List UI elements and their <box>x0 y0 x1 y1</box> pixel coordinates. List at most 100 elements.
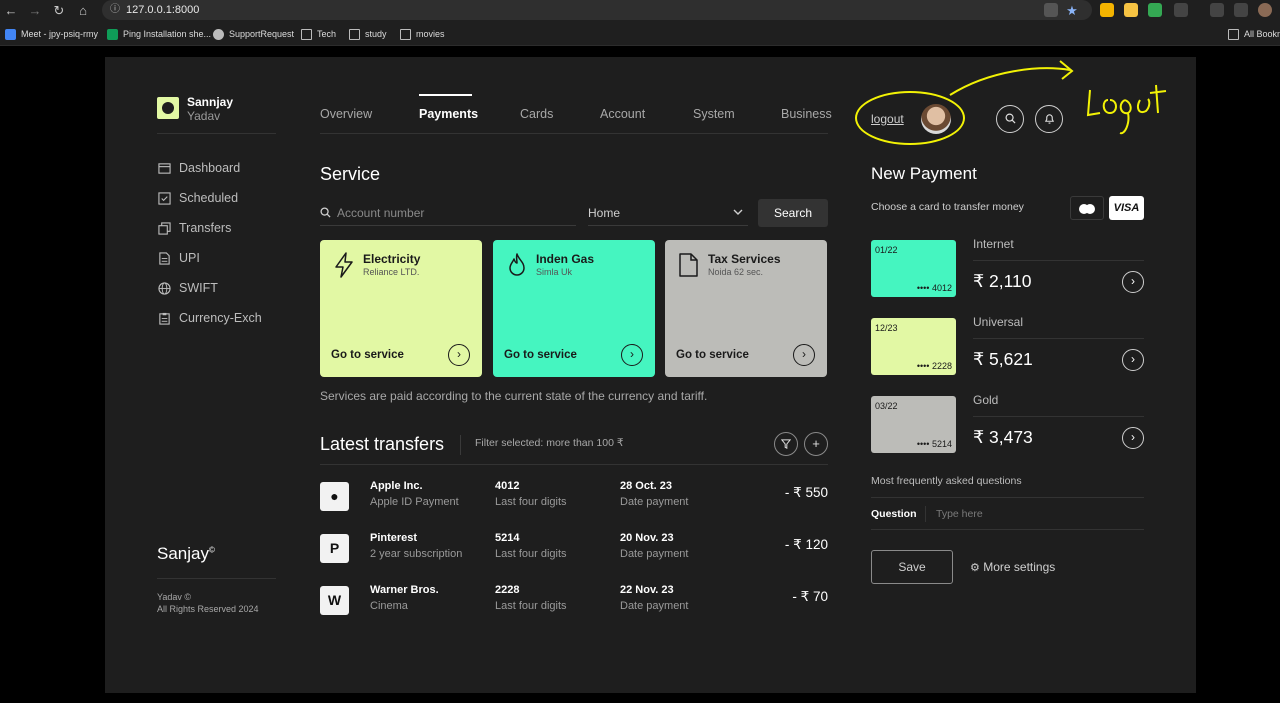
card-expiry: 12/23 <box>875 323 898 333</box>
visa-button[interactable]: VISA <box>1109 196 1144 220</box>
meet-icon <box>5 28 16 40</box>
bookmark-label: study <box>365 29 387 39</box>
transfer-amount: - ₹ 70 <box>792 589 828 604</box>
tab-cards[interactable]: Cards <box>520 107 553 121</box>
sidepanel-icon[interactable] <box>1234 3 1248 17</box>
puzzle-icon[interactable] <box>1174 3 1188 17</box>
payment-card-internet[interactable]: 01/22 •••• 4012 <box>871 240 956 297</box>
service-card-subtitle: Noida 62 sec. <box>708 267 764 277</box>
bookmark-movies[interactable]: movies <box>400 27 445 41</box>
card-amount: ₹ 3,473 <box>973 427 1033 447</box>
divider <box>157 578 276 579</box>
transfer-amount: - ₹ 550 <box>784 485 828 500</box>
back-icon[interactable]: ← <box>3 3 19 19</box>
reload-icon[interactable]: ↻ <box>51 3 67 19</box>
divider <box>871 497 1144 498</box>
service-card-title: Electricity <box>363 252 421 266</box>
account-number-input[interactable]: Account number <box>337 206 424 220</box>
input-underline <box>320 225 576 226</box>
forward-icon[interactable]: → <box>27 3 43 19</box>
browser-toolbar: ← → ↻ ⌂ ⓘ 127.0.0.1:8000 ★ <box>0 0 1280 22</box>
star-icon[interactable]: ★ <box>1064 3 1080 19</box>
transfer-name: Warner Bros. <box>370 584 439 596</box>
go-to-service-link[interactable]: Go to service <box>331 349 404 361</box>
card-name: Internet <box>973 237 1014 251</box>
all-bookmarks[interactable]: All Bookm <box>1228 27 1280 41</box>
bookmark-tech[interactable]: Tech <box>301 27 336 41</box>
card-number: •••• 4012 <box>916 283 952 293</box>
go-to-service-link[interactable]: Go to service <box>504 349 577 361</box>
add-button[interactable]: + <box>804 432 828 456</box>
service-card-subtitle: Simla Uk <box>536 267 573 277</box>
sidebar-item-label: Currency-Exch <box>179 311 262 325</box>
footer-line: Yadav © <box>157 592 191 602</box>
chevron-right-icon[interactable]: › <box>1122 271 1144 293</box>
filter-icon <box>780 439 792 449</box>
more-settings-button[interactable]: ⚙ More settings <box>970 560 1055 574</box>
service-card-tax-services[interactable]: Tax Services Noida 62 sec. Go to service… <box>665 240 827 377</box>
service-card-electricity[interactable]: Electricity Reliance LTD. Go to service … <box>320 240 482 377</box>
sidebar-item-swift[interactable]: SWIFT <box>158 281 218 295</box>
mastercard-icon[interactable] <box>1070 196 1104 220</box>
folder-icon <box>400 28 411 40</box>
tab-overview[interactable]: Overview <box>320 107 372 121</box>
service-card-title: Inden Gas <box>536 252 595 266</box>
bookmark-ping[interactable]: Ping Installation she... <box>107 27 211 41</box>
table-row[interactable]: P Pinterest 2 year subscription 5214 Las… <box>320 532 828 574</box>
divider <box>973 260 1144 261</box>
address-bar[interactable]: ⓘ 127.0.0.1:8000 <box>102 0 1092 20</box>
folder-extension-icon[interactable] <box>1124 3 1138 17</box>
table-row[interactable]: ● Apple Inc. Apple ID Payment 4012 Last … <box>320 480 828 522</box>
service-card-inden-gas[interactable]: Inden Gas Simla Uk Go to service › <box>493 240 655 377</box>
transfer-digits-label: Last four digits <box>495 600 567 612</box>
card-name: Gold <box>973 393 999 407</box>
chevron-right-icon[interactable]: › <box>793 344 815 366</box>
brand-last-name: Yadav <box>187 109 221 123</box>
transfer-date-label: Date payment <box>620 600 689 612</box>
home-select[interactable]: Home <box>588 206 620 220</box>
chevron-right-icon[interactable]: › <box>1122 349 1144 371</box>
download-icon[interactable] <box>1210 3 1224 17</box>
bookmark-support[interactable]: SupportRequest <box>213 27 294 41</box>
profile-icon[interactable] <box>1258 3 1272 17</box>
go-to-service-link[interactable]: Go to service <box>676 349 749 361</box>
bookmark-study[interactable]: study <box>349 27 387 41</box>
sidebar-item-upi[interactable]: UPI <box>158 251 200 265</box>
key-icon[interactable] <box>1044 3 1058 17</box>
home-icon[interactable]: ⌂ <box>75 3 91 19</box>
chevron-right-icon[interactable]: › <box>1122 427 1144 449</box>
choose-card-text: Choose a card to transfer money <box>871 201 1024 213</box>
sidebar-item-currency-exch[interactable]: Currency-Exch <box>158 311 262 325</box>
file-icon <box>679 253 698 277</box>
bookmark-label: Ping Installation she... <box>123 29 212 39</box>
sidebar-item-scheduled[interactable]: Scheduled <box>158 191 238 205</box>
transfer-digits-label: Last four digits <box>495 548 567 560</box>
transfer-digits-label: Last four digits <box>495 496 567 508</box>
chevron-right-icon[interactable]: › <box>448 344 470 366</box>
latest-transfers-title: Latest transfers <box>320 434 445 454</box>
extension-icon[interactable] <box>1148 3 1162 17</box>
filter-note: Filter selected: more than 100 ₹ <box>475 437 624 449</box>
search-button[interactable]: Search <box>758 199 828 227</box>
brand-first-name: Sannjay <box>187 95 234 109</box>
select-underline <box>588 225 748 226</box>
bookmark-meet[interactable]: Meet - jpy-psiq-rmy <box>5 27 98 41</box>
tab-system[interactable]: System <box>693 107 735 121</box>
save-button[interactable]: Save <box>871 550 953 584</box>
sidebar-item-label: SWIFT <box>179 281 218 295</box>
chevron-right-icon[interactable]: › <box>621 344 643 366</box>
sidebar-item-transfers[interactable]: Transfers <box>158 221 231 235</box>
question-input[interactable]: Type here <box>936 508 983 520</box>
payment-card-universal[interactable]: 12/23 •••• 2228 <box>871 318 956 375</box>
sidebar-item-dashboard[interactable]: Dashboard <box>158 161 240 175</box>
folder-icon <box>1228 28 1239 40</box>
site-info-icon[interactable]: ⓘ <box>110 0 120 20</box>
table-row[interactable]: W Warner Bros. Cinema 2228 Last four dig… <box>320 584 828 626</box>
tab-account[interactable]: Account <box>600 107 645 121</box>
bookmark-label: All Bookm <box>1244 29 1280 39</box>
payment-card-gold[interactable]: 03/22 •••• 5214 <box>871 396 956 453</box>
tab-payments[interactable]: Payments <box>419 107 478 121</box>
drive-extension-icon[interactable] <box>1100 3 1114 17</box>
tab-business[interactable]: Business <box>781 107 832 121</box>
filter-button[interactable] <box>774 432 798 456</box>
